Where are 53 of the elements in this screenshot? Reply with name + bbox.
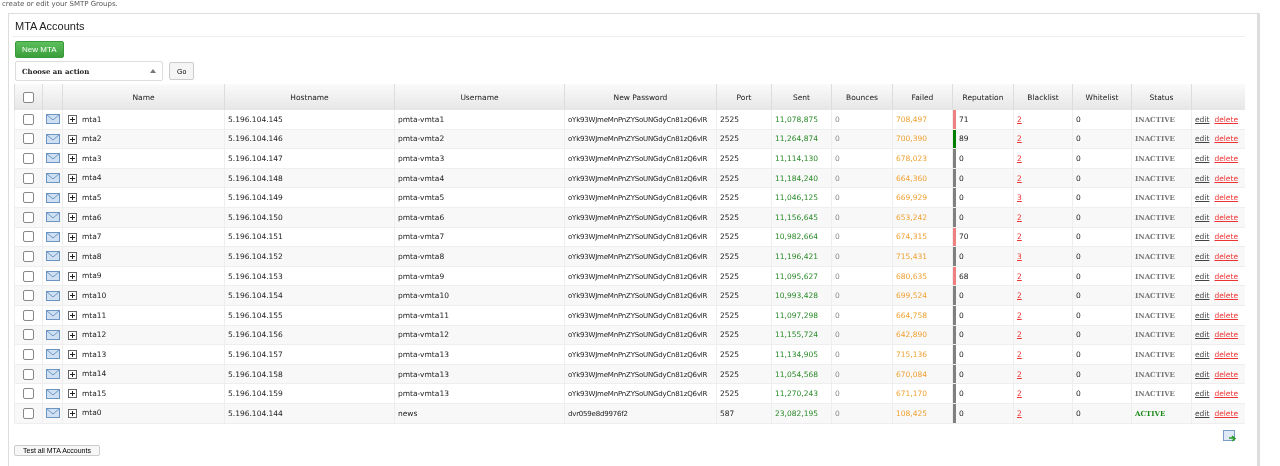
caret-icon (150, 69, 156, 73)
row-checkbox[interactable] (23, 348, 34, 360)
select-all-checkbox[interactable] (23, 91, 34, 103)
envelope-icon[interactable] (45, 388, 60, 399)
envelope-icon[interactable] (45, 192, 60, 203)
envelope-icon[interactable] (45, 231, 60, 242)
row-checkbox[interactable] (23, 368, 34, 380)
envelope-icon[interactable] (45, 290, 60, 301)
envelope-icon[interactable] (45, 271, 60, 282)
envelope-icon[interactable] (45, 212, 60, 223)
expand-icon[interactable] (68, 310, 77, 320)
envelope-icon[interactable] (45, 408, 60, 419)
expand-icon[interactable] (68, 252, 77, 262)
row-checkbox[interactable] (23, 153, 34, 164)
row-checkbox[interactable] (23, 113, 34, 125)
expand-icon[interactable] (68, 330, 77, 340)
row-checkbox[interactable] (23, 290, 34, 302)
expand-icon[interactable] (68, 389, 77, 399)
envelope-icon[interactable] (45, 329, 60, 340)
expand-icon[interactable] (68, 154, 77, 164)
row-checkbox[interactable] (23, 250, 34, 262)
envelope-icon[interactable] (45, 349, 60, 360)
row-checkbox[interactable] (23, 270, 34, 282)
envelope-icon[interactable] (45, 153, 60, 164)
row-checkbox[interactable] (23, 329, 34, 341)
expand-icon[interactable] (68, 369, 77, 379)
expand-icon[interactable] (68, 271, 77, 281)
envelope-icon[interactable] (45, 133, 60, 144)
envelope-icon[interactable] (45, 114, 60, 125)
expand-icon[interactable] (68, 232, 77, 242)
expand-icon[interactable] (68, 350, 77, 360)
row-checkbox[interactable] (23, 407, 34, 419)
expand-icon[interactable] (68, 408, 77, 418)
expand-icon[interactable] (68, 134, 77, 144)
expand-icon[interactable] (68, 173, 77, 183)
envelope-icon[interactable] (45, 251, 60, 262)
row-checkbox[interactable] (23, 172, 34, 184)
envelope-icon[interactable] (45, 369, 60, 379)
envelope-icon[interactable] (45, 173, 60, 184)
new-mta-button[interactable]: New MTA (15, 41, 64, 58)
expand-icon[interactable] (68, 115, 77, 124)
row-checkbox[interactable] (23, 388, 34, 400)
row-checkbox[interactable] (23, 231, 34, 243)
row-checkbox[interactable] (23, 192, 34, 204)
export-icon[interactable] (1223, 429, 1237, 443)
expand-icon[interactable] (68, 193, 77, 203)
panel-title: MTA Accounts (12, 18, 1245, 37)
row-checkbox[interactable] (23, 309, 34, 321)
expand-icon[interactable] (68, 291, 77, 301)
row-checkbox[interactable] (23, 211, 34, 223)
row-checkbox[interactable] (23, 133, 34, 145)
expand-icon[interactable] (68, 213, 77, 222)
envelope-icon[interactable] (45, 310, 60, 321)
